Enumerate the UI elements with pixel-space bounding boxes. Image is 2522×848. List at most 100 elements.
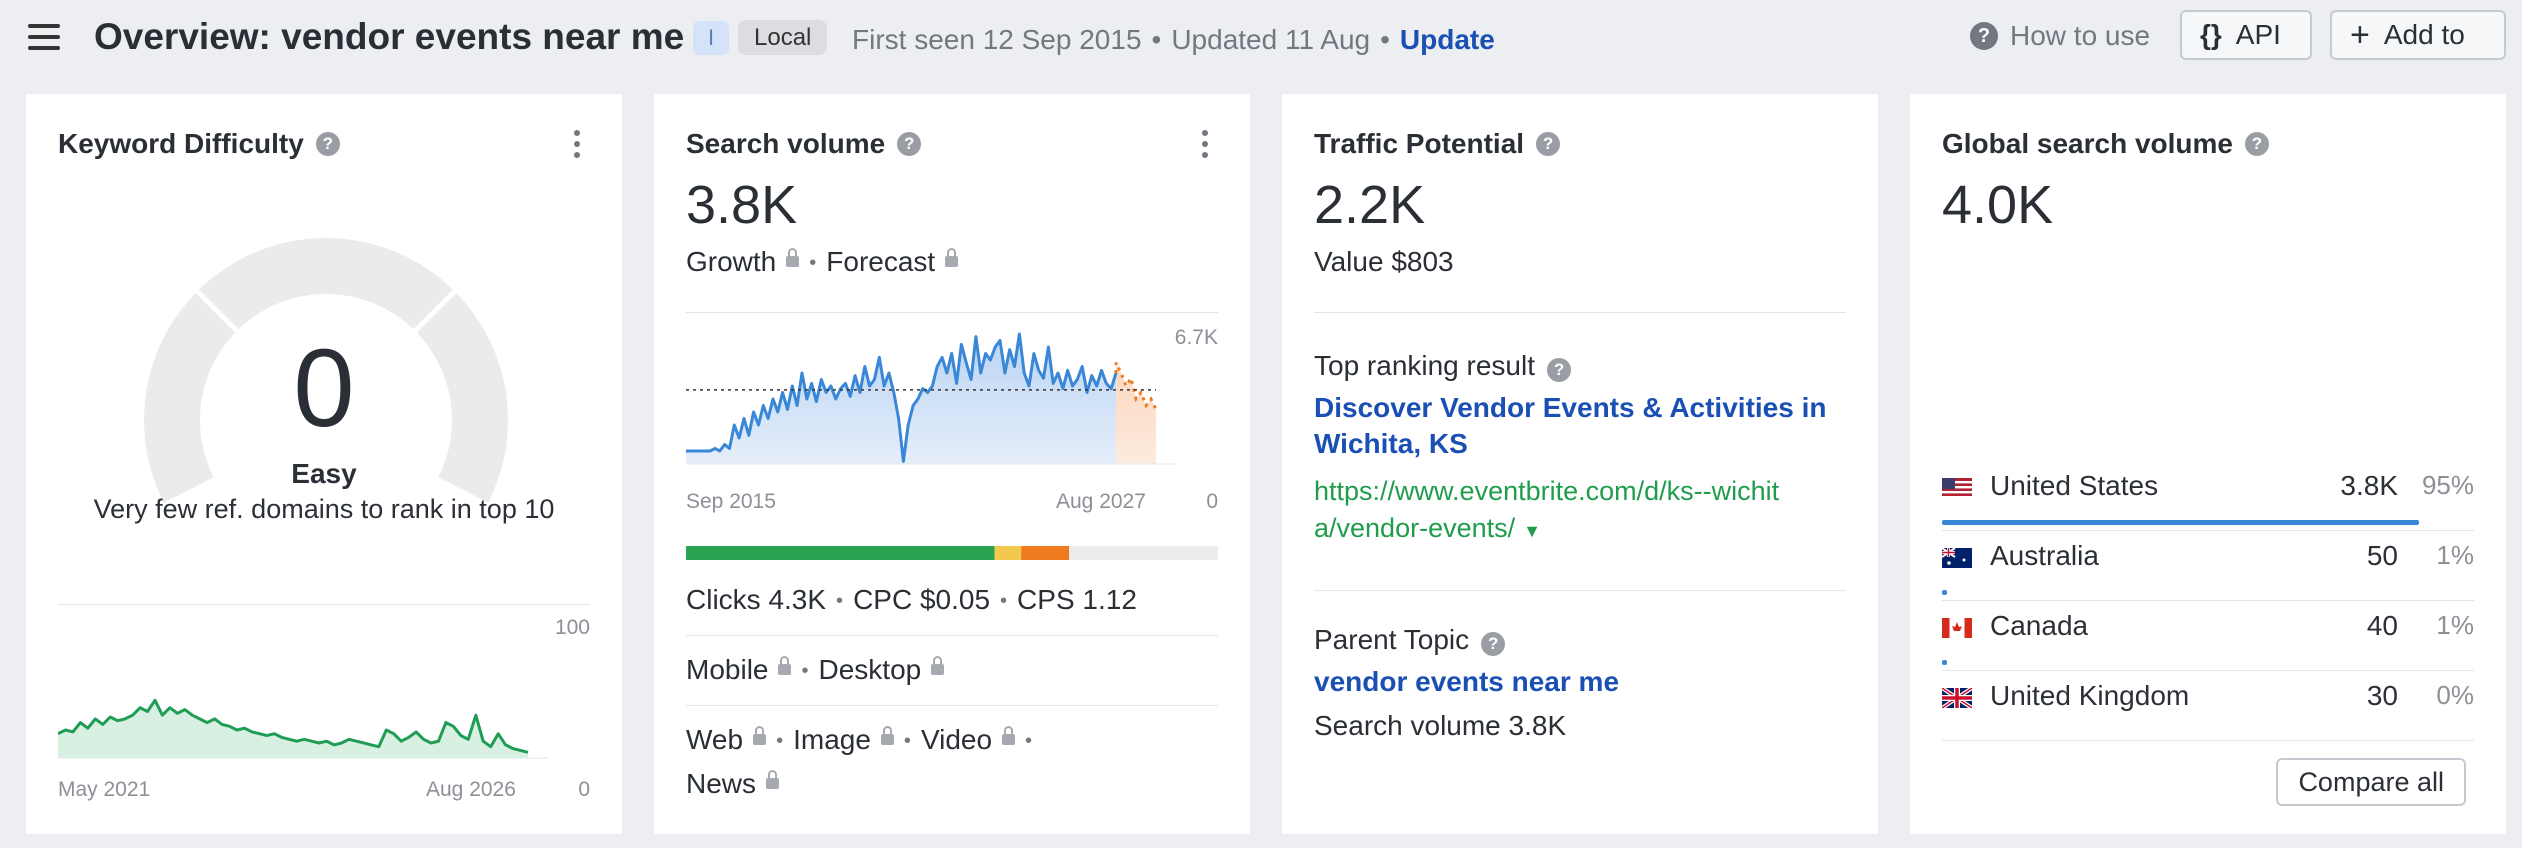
paid-clicks-segment bbox=[994, 546, 1022, 560]
divider bbox=[1942, 740, 2474, 741]
more-options-icon[interactable] bbox=[1202, 130, 1210, 163]
divider bbox=[686, 635, 1218, 636]
web-label[interactable]: Web bbox=[686, 724, 743, 755]
parent-topic-volume: Search volume 3.8K bbox=[1314, 710, 1567, 741]
first-seen-text: First seen 12 Sep 2015 bbox=[852, 24, 1142, 55]
traffic-value-usd: Value $803 bbox=[1314, 246, 1454, 277]
cpc-value: CPC $0.05 bbox=[853, 584, 991, 615]
kd-title: Keyword Difficulty bbox=[58, 128, 304, 159]
country-name: United Kingdom bbox=[1990, 680, 2190, 711]
axis-end-label: Aug 2027 bbox=[1056, 490, 1146, 513]
lock-icon bbox=[1002, 726, 1016, 746]
how-to-use-label: How to use bbox=[2010, 20, 2151, 51]
divider bbox=[58, 604, 590, 605]
parent-topic-link[interactable]: vendor events near me bbox=[1314, 666, 1619, 698]
api-label: API bbox=[2235, 19, 2281, 50]
country-share: 1% bbox=[2436, 540, 2474, 570]
compare-all-button[interactable]: Compare all bbox=[2276, 758, 2466, 806]
help-icon[interactable]: ? bbox=[2245, 132, 2269, 156]
keyword-difficulty-card: Keyword Difficulty ? 0 Easy Very few ref… bbox=[26, 94, 622, 834]
intent-badge: I bbox=[693, 21, 729, 55]
help-icon[interactable]: ? bbox=[1536, 132, 1561, 156]
country-volume: 30 bbox=[2366, 680, 2398, 711]
top-result-url-line: a/vendor-events/ bbox=[1314, 513, 1516, 543]
top-result-url-link[interactable]: https://www.eventbrite.com/d/ks--wichit … bbox=[1314, 476, 1779, 544]
desktop-label[interactable]: Desktop bbox=[819, 654, 922, 685]
api-button[interactable]: {} API bbox=[2180, 10, 2312, 60]
axis-end-label: Aug 2026 bbox=[426, 778, 516, 801]
cps-value: CPS 1.12 bbox=[1017, 584, 1137, 615]
traffic-potential-card: Traffic Potential ? 2.2K Value $803 Top … bbox=[1282, 94, 1878, 834]
how-to-use-link[interactable]: ? How to use bbox=[1970, 20, 2150, 52]
caret-down-icon[interactable]: ▼ bbox=[1523, 521, 1541, 541]
au-flag-icon bbox=[1942, 548, 1972, 568]
traffic-title: Traffic Potential bbox=[1314, 128, 1525, 159]
no-click-segment bbox=[1021, 546, 1070, 560]
add-to-button[interactable]: + Add to bbox=[2330, 10, 2506, 60]
image-label[interactable]: Image bbox=[793, 724, 871, 755]
code-braces-icon: {} bbox=[2200, 19, 2222, 50]
divider bbox=[1942, 600, 2474, 601]
help-icon[interactable]: ? bbox=[315, 132, 340, 156]
country-row-au[interactable]: Australia 50 1% bbox=[1942, 536, 2474, 606]
axis-start-label: Sep 2015 bbox=[686, 490, 776, 513]
mobile-label[interactable]: Mobile bbox=[686, 654, 768, 685]
divider bbox=[1942, 530, 2474, 531]
lock-icon bbox=[786, 248, 800, 268]
page-header: Overview: vendor events near me I Local … bbox=[0, 0, 2522, 78]
axis-max-label: 6.7K bbox=[1174, 326, 1218, 349]
top-result-title-line: Discover Vendor Events & Activities in bbox=[1314, 392, 1827, 423]
axis-start-label: May 2021 bbox=[58, 778, 151, 801]
country-share: 1% bbox=[2436, 610, 2474, 640]
menu-icon[interactable] bbox=[28, 24, 60, 52]
global-search-volume-card: Global search volume ? 4.0K United State… bbox=[1910, 94, 2506, 834]
top-result-title-line: Wichita, KS bbox=[1314, 428, 1468, 459]
forecast-label[interactable]: Forecast bbox=[826, 246, 935, 277]
country-volume: 50 bbox=[2366, 540, 2398, 571]
lock-icon bbox=[945, 248, 959, 268]
clicks-value: Clicks 4.3K bbox=[686, 584, 827, 615]
lock-icon bbox=[766, 770, 780, 790]
top-result-title-link[interactable]: Discover Vendor Events & Activities in W… bbox=[1314, 392, 1826, 460]
divider bbox=[1314, 590, 1846, 591]
top-result-url-line: https://www.eventbrite.com/d/ks--wichit bbox=[1314, 476, 1780, 506]
plus-icon: + bbox=[2350, 15, 2370, 54]
serp-type-row-2: News bbox=[686, 768, 780, 800]
more-options-icon[interactable] bbox=[574, 130, 582, 163]
parent-topic-label-text: Parent Topic bbox=[1314, 624, 1470, 655]
page-title: Overview: vendor events near me bbox=[94, 16, 685, 57]
uk-flag-icon bbox=[1942, 688, 1972, 708]
country-row-ca[interactable]: Canada 40 1% bbox=[1942, 606, 2474, 676]
organic-clicks-segment bbox=[686, 546, 995, 560]
top-result-label: Top ranking result? bbox=[1314, 350, 1572, 382]
country-row-us[interactable]: United States 3.8K 95% bbox=[1942, 466, 2474, 536]
video-label[interactable]: Video bbox=[921, 724, 992, 755]
lock-icon bbox=[778, 656, 792, 676]
country-share-bar bbox=[1942, 520, 2419, 525]
country-share: 0% bbox=[2436, 680, 2474, 710]
divider bbox=[686, 312, 1218, 313]
lock-icon bbox=[880, 726, 894, 746]
help-icon[interactable]: ? bbox=[1481, 632, 1506, 656]
card-title: Keyword Difficulty ? bbox=[58, 128, 340, 160]
difficulty-trend-chart bbox=[58, 698, 548, 759]
us-flag-icon bbox=[1942, 478, 1972, 498]
country-share-bar bbox=[1942, 660, 1948, 665]
country-name: Australia bbox=[1990, 540, 2099, 571]
device-row: Mobile • Desktop bbox=[686, 654, 945, 686]
growth-label[interactable]: Growth bbox=[686, 246, 776, 277]
divider bbox=[1942, 670, 2474, 671]
parent-topic-label: Parent Topic? bbox=[1314, 624, 1506, 656]
difficulty-description: Very few ref. domains to rank in top 10 bbox=[93, 494, 555, 524]
help-icon[interactable]: ? bbox=[897, 132, 922, 156]
global-title: Global search volume bbox=[1942, 128, 2233, 159]
divider bbox=[686, 705, 1218, 706]
traffic-potential-value: 2.2K bbox=[1314, 175, 1426, 235]
country-name: United States bbox=[1990, 470, 2159, 501]
update-link[interactable]: Update bbox=[1400, 24, 1495, 55]
clicks-row: Clicks 4.3K • CPC $0.05 • CPS 1.12 bbox=[686, 584, 1137, 615]
growth-forecast-row: Growth • Forecast bbox=[686, 246, 959, 278]
help-icon[interactable]: ? bbox=[1547, 358, 1572, 382]
news-label[interactable]: News bbox=[686, 768, 756, 799]
country-row-uk[interactable]: United Kingdom 30 0% bbox=[1942, 676, 2474, 746]
